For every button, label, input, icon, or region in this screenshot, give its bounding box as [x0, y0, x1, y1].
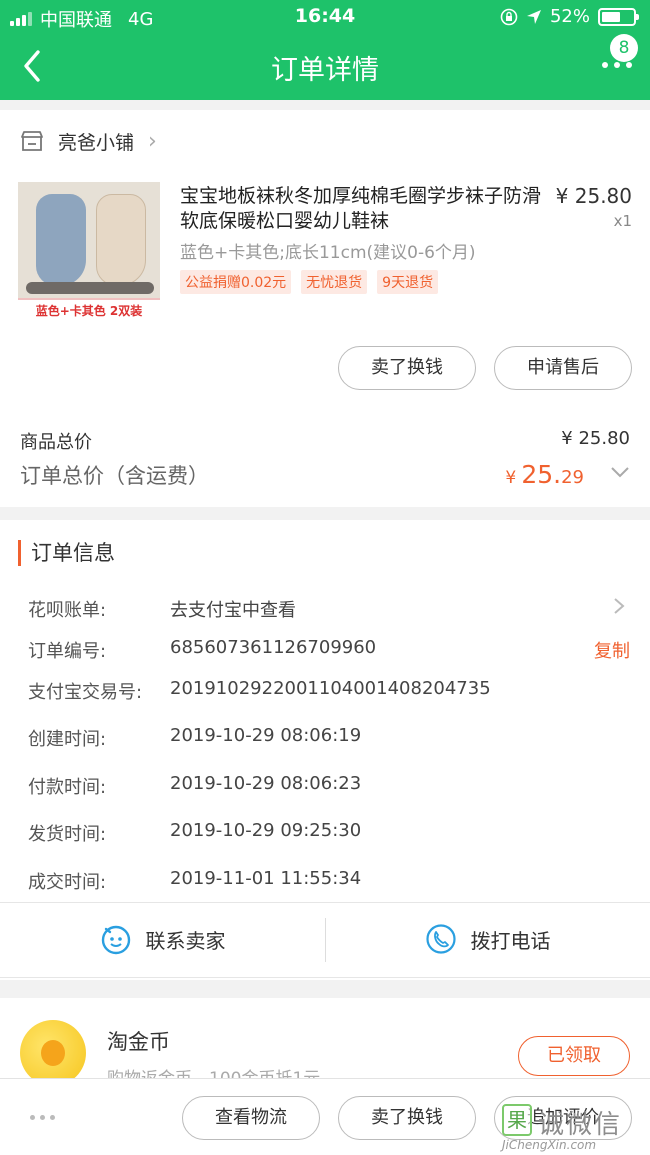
location-icon: [526, 9, 541, 24]
after-sale-button[interactable]: 申请售后: [494, 346, 632, 390]
order-info-card: 订单信息 花呗账单: 去支付宝中查看 订单编号: 685607361126709…: [0, 520, 650, 980]
order-info-value: 2019-10-29 09:25:30: [170, 820, 362, 841]
contact-seller-label: 联系卖家: [145, 928, 226, 953]
watermark-text: 诚微信: [538, 1110, 623, 1140]
shop-link[interactable]: 亮爸小铺 ›: [20, 126, 157, 156]
battery-percent: 52%: [549, 6, 590, 27]
order-info-label: 创建时间:: [28, 729, 107, 750]
order-info-title: 订单信息: [18, 540, 115, 566]
product-price: ¥ 25.80: [555, 184, 632, 208]
chevron-right-icon: ›: [148, 128, 157, 154]
order-info-label: 花呗账单:: [28, 600, 107, 621]
product-card: 亮爸小铺 › 蓝色+卡其色 2双装 宝宝地板袜秋冬加厚纯棉毛圈学步袜子防滑软底保…: [0, 110, 650, 507]
notification-badge: 8: [610, 34, 638, 62]
orientation-lock-icon: [500, 8, 518, 25]
order-info-value: 2019-10-29 08:06:19: [170, 725, 362, 746]
phone-icon: [425, 924, 456, 954]
tag-worry-free-return: 无忧退货: [301, 270, 368, 294]
currency-symbol: ¥: [505, 468, 517, 488]
shop-name: 亮爸小铺: [58, 131, 135, 154]
nav-bar: 订单详情 8: [0, 34, 650, 100]
sell-for-cash-button[interactable]: 卖了换钱: [338, 1096, 476, 1140]
chevron-down-icon[interactable]: [610, 462, 630, 482]
status-right: 52%: [500, 6, 639, 27]
order-info-label: 付款时间:: [28, 777, 107, 798]
order-info-label: 支付宝交易号:: [28, 682, 143, 703]
page-title: 订单详情: [271, 55, 379, 86]
gold-coin-icon: [20, 1020, 86, 1086]
contact-seller-button[interactable]: 联系卖家: [0, 902, 325, 976]
order-info-label: 订单编号:: [28, 641, 107, 662]
order-total-value: ¥ 25.29: [505, 460, 584, 489]
more-menu-icon[interactable]: [602, 62, 632, 68]
battery-icon: [598, 7, 639, 26]
divider: [0, 977, 650, 978]
sell-for-cash-button[interactable]: 卖了换钱: [338, 346, 476, 390]
order-info-value: 2019-11-01 11:55:34: [170, 868, 362, 889]
order-info-label: 发货时间:: [28, 824, 107, 845]
product-tags: 公益捐赠0.02元 无忧退货 9天退货: [180, 270, 439, 294]
product-image[interactable]: 蓝色+卡其色 2双装: [18, 182, 160, 322]
order-total-decimal: 29: [561, 467, 584, 488]
call-phone-label: 拨打电话: [470, 928, 551, 953]
store-icon: [21, 131, 43, 151]
watermark-url: JiChengXin.com: [502, 1138, 597, 1152]
claimed-button[interactable]: 已领取: [518, 1036, 630, 1076]
watermark: 果 诚微信 JiChengXin.com: [502, 1104, 642, 1152]
app-header: 中国联通 4G 16:44 52% 订单详情 8: [0, 0, 650, 100]
order-info-value: 2019102922001104001408204735: [170, 678, 491, 699]
more-actions-icon[interactable]: [30, 1115, 55, 1120]
order-info-label: 成交时间:: [28, 872, 107, 893]
tag-charity: 公益捐赠0.02元: [180, 270, 292, 294]
order-info-value: 685607361126709960: [170, 637, 377, 658]
product-title[interactable]: 宝宝地板袜秋冬加厚纯棉毛圈学步袜子防滑软底保暖松口婴幼儿鞋袜: [180, 184, 550, 234]
chat-icon: [101, 925, 130, 955]
order-total-integer: 25.: [521, 460, 562, 489]
status-bar: 中国联通 4G 16:44 52%: [0, 0, 650, 34]
order-total-label: 订单总价（含运费）: [20, 464, 209, 488]
call-phone-button[interactable]: 拨打电话: [325, 902, 650, 976]
tag-9-day-return: 9天退货: [377, 270, 439, 294]
copy-order-number-button[interactable]: 复制: [594, 637, 630, 663]
coins-title: 淘金币: [107, 1030, 170, 1054]
watermark-logo: 果: [502, 1104, 532, 1136]
chevron-right-icon[interactable]: [612, 596, 626, 616]
order-info-value: 2019-10-29 08:06:23: [170, 773, 362, 794]
goods-total-value: ¥ 25.80: [561, 428, 630, 449]
goods-total-label: 商品总价: [20, 432, 92, 453]
order-info-value[interactable]: 去支付宝中查看: [170, 596, 296, 622]
view-logistics-button[interactable]: 查看物流: [182, 1096, 320, 1140]
product-image-label: 蓝色+卡其色 2双装: [18, 298, 160, 322]
product-quantity: x1: [613, 212, 632, 230]
product-spec: 蓝色+卡其色;底长11cm(建议0-6个月): [180, 243, 476, 263]
